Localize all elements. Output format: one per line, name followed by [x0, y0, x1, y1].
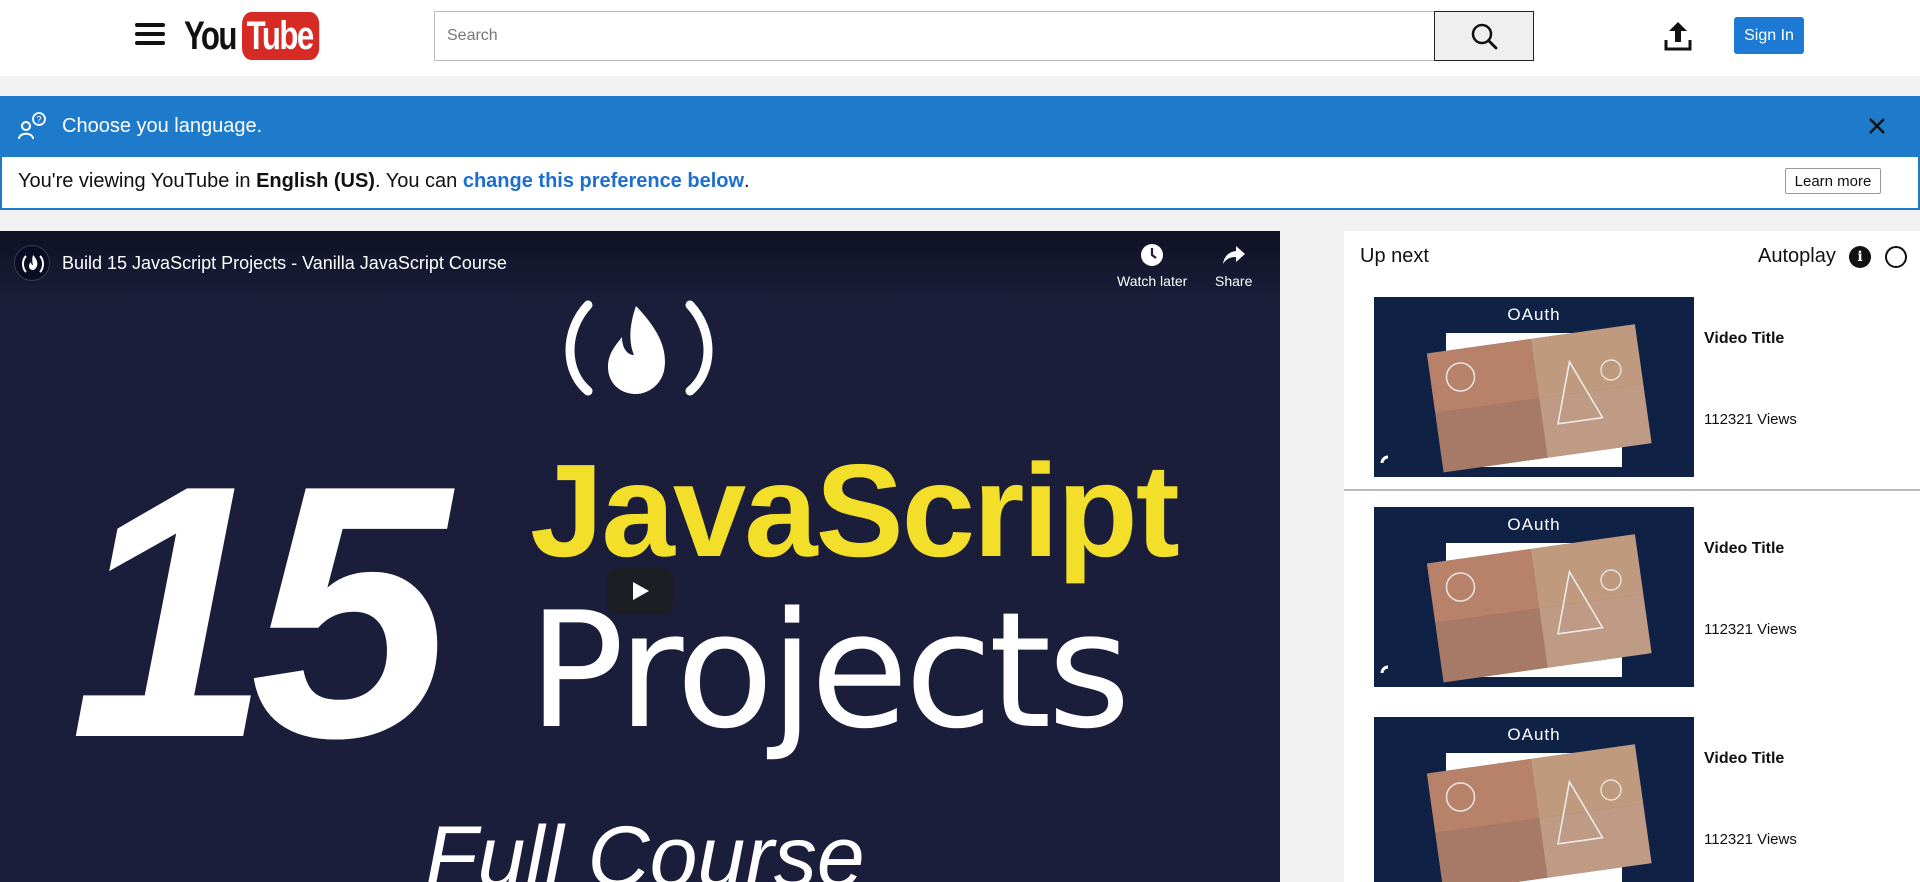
share-label: Share	[1215, 273, 1253, 289]
current-language: English (US)	[256, 170, 375, 192]
thumbnail-caption: OAuth	[1507, 305, 1561, 324]
video-title[interactable]: Build 15 JavaScript Projects - Vanilla J…	[62, 253, 507, 274]
search-input[interactable]	[447, 27, 1434, 45]
language-person-icon: ?	[18, 112, 46, 140]
thumbnail-caption: OAuth	[1507, 725, 1561, 744]
hamburger-menu-icon[interactable]	[135, 23, 165, 49]
search-button[interactable]	[1434, 11, 1534, 61]
video-player[interactable]: 15 JavaScript Projects Full Course Build…	[0, 231, 1280, 882]
language-info-bar: You're viewing YouTube in English (US). …	[0, 157, 1920, 210]
change-preference-link[interactable]: change this preference below	[463, 170, 744, 192]
youtube-logo[interactable]: You Tube	[184, 12, 341, 60]
view-count: 112321 Views	[1704, 411, 1797, 428]
video-thumbnail[interactable]: OAuth	[1374, 717, 1694, 882]
logo-tube-text: Tube	[242, 12, 319, 60]
play-icon	[633, 582, 649, 600]
video-title[interactable]: Video Title	[1704, 750, 1784, 768]
clock-icon	[1141, 244, 1164, 266]
svg-text:?: ?	[36, 115, 41, 125]
search-box	[434, 11, 1435, 61]
search-icon	[1471, 23, 1498, 50]
learn-more-button[interactable]: Learn more	[1785, 168, 1881, 194]
video-thumbnail[interactable]: OAuth	[1374, 507, 1694, 687]
language-text-middle: . You can	[374, 170, 463, 192]
up-next-label: Up next	[1360, 245, 1429, 267]
video-title[interactable]: Video Title	[1704, 330, 1784, 348]
language-text-prefix: You're viewing YouTube in	[18, 170, 257, 192]
list-item[interactable]: OAuth Video Title 112321 Views	[1344, 703, 1920, 882]
autoplay-label: Autoplay	[1758, 245, 1836, 267]
list-item[interactable]: OAuth Video Title 112321 Views	[1344, 493, 1920, 703]
language-banner-title: Choose you language.	[62, 115, 263, 137]
language-banner: ? Choose you language.	[0, 96, 1920, 157]
info-icon[interactable]: i	[1849, 246, 1871, 268]
view-count: 112321 Views	[1704, 621, 1797, 638]
upload-button[interactable]	[1660, 18, 1696, 54]
video-thumbnail[interactable]: OAuth	[1374, 297, 1694, 477]
language-info-text: You're viewing YouTube in English (US). …	[18, 170, 750, 193]
watch-later-button[interactable]: Watch later	[1117, 243, 1187, 289]
channel-avatar[interactable]	[14, 245, 50, 281]
thumbnail-caption: OAuth	[1507, 515, 1561, 534]
video-thumbnail-art: 15 JavaScript Projects Full Course	[70, 300, 1181, 882]
logo-you-text: You	[184, 13, 237, 58]
close-icon[interactable]	[1867, 116, 1887, 136]
watch-later-label: Watch later	[1117, 273, 1188, 289]
up-next-sidebar: Up next Autoplay i OAuth Video Title 112…	[1344, 231, 1920, 882]
language-text-suffix: .	[744, 170, 750, 192]
thumbnail-line-full-course: Full Course	[425, 809, 865, 882]
autoplay-toggle[interactable]	[1885, 246, 1907, 268]
share-button[interactable]: Share	[1215, 243, 1252, 289]
play-button[interactable]	[607, 568, 673, 614]
thumbnail-line-javascript: JavaScript	[530, 437, 1179, 584]
upload-icon	[1664, 22, 1692, 51]
thumbnail-number: 15	[70, 411, 458, 813]
list-item[interactable]: OAuth Video Title 112321 Views	[1344, 281, 1920, 491]
channel-flame-icon	[22, 255, 44, 273]
view-count: 112321 Views	[1704, 831, 1797, 848]
top-header: You Tube Sign In	[0, 0, 1920, 76]
share-icon	[1222, 246, 1245, 264]
flame-icon	[608, 306, 665, 394]
video-title[interactable]: Video Title	[1704, 540, 1784, 558]
sign-in-button[interactable]: Sign In	[1734, 17, 1804, 54]
